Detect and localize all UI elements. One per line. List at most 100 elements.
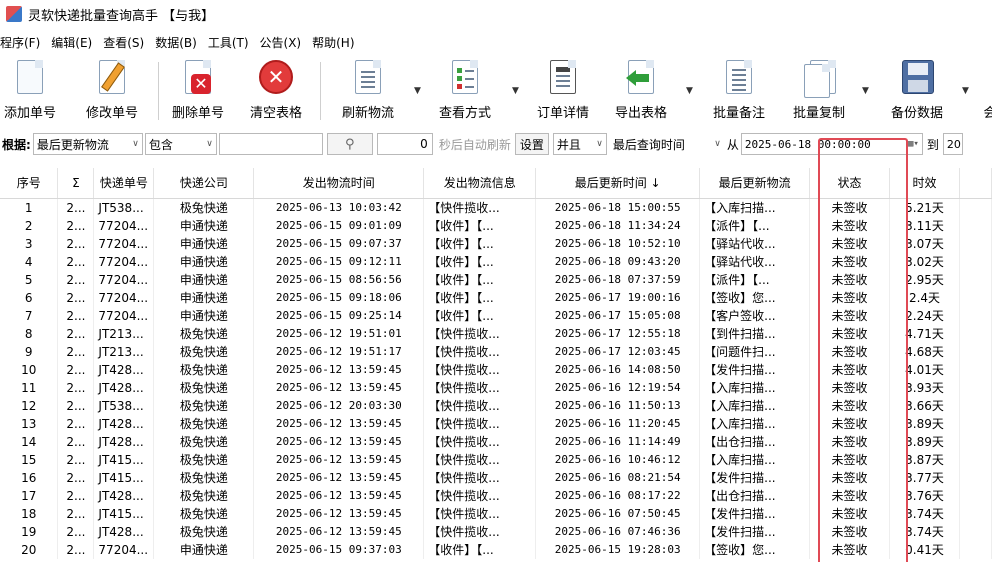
cell-ship-info: 【快件揽收... <box>423 198 537 217</box>
settings-button[interactable]: 设置 <box>514 133 549 155</box>
refresh-dropdown-icon[interactable]: ▼ <box>414 86 421 96</box>
batch-copy-button[interactable]: 批量复制 <box>786 56 852 126</box>
copy-dropdown-icon[interactable]: ▼ <box>862 86 869 96</box>
table-row[interactable]: 19 2... JT428... 极兔快递 2025-06-12 13:59:45 【快件… <box>0 522 992 541</box>
column-header-index[interactable]: 序号 <box>0 168 59 199</box>
delete-number-label: 删除单号 <box>171 106 224 121</box>
cell-filler <box>959 198 992 217</box>
menu-announcement[interactable]: 公告(X) <box>260 34 307 51</box>
clear-table-button[interactable]: ✕ 清空表格 <box>244 56 308 126</box>
cell-last-update-info: 【签收】您... <box>699 288 811 307</box>
edit-number-button[interactable]: 修改单号 <box>80 56 144 126</box>
order-detail-button[interactable]: 订单详情 <box>530 56 596 126</box>
view-mode-label: 查看方式 <box>438 106 491 121</box>
search-button[interactable]: ⚲ <box>326 133 373 155</box>
table-row[interactable]: 1 2... JT538... 极兔快递 2025-06-13 10:03:42 【快件揽… <box>0 198 992 217</box>
time-field-select[interactable]: 最后查询时间 ∨ <box>608 133 725 155</box>
cell-courier: 极兔快递 <box>153 432 255 451</box>
menu-view[interactable]: 查看(S) <box>103 34 149 51</box>
cell-ship-info: 【快件揽收... <box>423 522 537 541</box>
refresh-logistics-button[interactable]: 刷新物流 <box>336 56 400 126</box>
backup-data-button[interactable]: 备份数据 <box>884 56 950 126</box>
calendar-icon[interactable]: ▦▾ <box>905 139 919 149</box>
column-header-tracking-number[interactable]: 快递单号 <box>93 168 155 199</box>
table-row[interactable]: 16 2... JT415... 极兔快递 2025-06-12 13:59:45 【快件… <box>0 468 992 487</box>
cell-ship-time: 2025-06-12 13:59:45 <box>253 504 425 523</box>
cell-ship-info: 【快件揽收... <box>423 342 537 361</box>
cell-ship-time: 2025-06-12 13:59:45 <box>253 378 425 397</box>
table-row[interactable]: 4 2... 77204... 申通快递 2025-06-15 09:12:11 【收件】… <box>0 252 992 271</box>
column-header-ship-info[interactable]: 发出物流信息 <box>423 168 537 199</box>
table-row[interactable]: 15 2... JT415... 极兔快递 2025-06-12 13:59:45 【快件… <box>0 450 992 469</box>
column-header-status[interactable]: 状态 <box>809 168 891 199</box>
menu-program[interactable]: 程序(F) <box>0 34 45 51</box>
cell-sum: 2... <box>57 378 95 397</box>
cell-sum: 2... <box>57 234 95 253</box>
column-header-last-update-info[interactable]: 最后更新物流 <box>699 168 811 199</box>
table-row[interactable]: 6 2... 77204... 申通快递 2025-06-15 09:18:06 【收件】… <box>0 288 992 307</box>
cell-courier: 极兔快递 <box>153 378 255 397</box>
cell-ship-time: 2025-06-15 09:07:37 <box>253 234 425 253</box>
batch-copy-label: 批量复制 <box>792 106 845 121</box>
table-row[interactable]: 7 2... 77204... 申通快递 2025-06-15 09:25:14 【收件】… <box>0 306 992 325</box>
cell-ship-time: 2025-06-15 09:12:11 <box>253 252 425 271</box>
table-row[interactable]: 10 2... JT428... 极兔快递 2025-06-12 13:59:45 【快件… <box>0 360 992 379</box>
table-row[interactable]: 3 2... 77204... 申通快递 2025-06-15 09:07:37 【收件】… <box>0 234 992 253</box>
table-row[interactable]: 11 2... JT428... 极兔快递 2025-06-12 13:59:45 【快件… <box>0 378 992 397</box>
add-number-button[interactable]: 添加单号 <box>0 56 60 126</box>
menu-edit[interactable]: 编辑(E) <box>51 34 97 51</box>
filter-operator-select[interactable]: 包含 ∨ <box>144 133 217 155</box>
view-mode-dropdown-icon[interactable]: ▼ <box>512 86 519 96</box>
cell-filler <box>959 432 992 451</box>
export-dropdown-icon[interactable]: ▼ <box>686 86 693 96</box>
cell-last-update-time: 2025-06-16 10:46:12 <box>535 450 701 469</box>
table-row[interactable]: 5 2... 77204... 申通快递 2025-06-15 08:56:56 【收件】… <box>0 270 992 289</box>
table-row[interactable]: 18 2... JT415... 极兔快递 2025-06-12 13:59:45 【快件… <box>0 504 992 523</box>
table-row[interactable]: 9 2... JT213... 极兔快递 2025-06-12 19:51:17 【快件揽… <box>0 342 992 361</box>
cell-status: 未签收 <box>809 504 891 523</box>
cell-ship-info: 【快件揽收... <box>423 450 537 469</box>
table-row[interactable]: 2 2... 77204... 申通快递 2025-06-15 09:01:09 【收件】… <box>0 216 992 235</box>
filter-field-select[interactable]: 最后更新物流 ∨ <box>32 133 143 155</box>
refresh-seconds-input[interactable]: 0 <box>376 133 433 155</box>
filter-value-input[interactable] <box>218 133 323 155</box>
cell-ship-info: 【快件揽收... <box>423 360 537 379</box>
column-header-last-update-time[interactable]: 最后更新时间 ↓ <box>535 168 701 199</box>
cell-index: 7 <box>0 306 59 325</box>
table-row[interactable]: 13 2... JT428... 极兔快递 2025-06-12 13:59:45 【快件… <box>0 414 992 433</box>
column-header-courier[interactable]: 快递公司 <box>153 168 255 199</box>
export-table-button[interactable]: 导出表格 <box>608 56 674 126</box>
cell-index: 1 <box>0 198 59 217</box>
cell-duration: 3.66天 <box>889 396 960 415</box>
refresh-logistics-label: 刷新物流 <box>341 106 394 121</box>
table-row[interactable]: 8 2... JT213... 极兔快递 2025-06-12 19:51:01 【快件揽… <box>0 324 992 343</box>
cell-last-update-info: 【入库扫描... <box>699 198 811 217</box>
cell-index: 17 <box>0 486 59 505</box>
cell-tracking-number: JT415... <box>93 450 155 469</box>
table-row[interactable]: 17 2... JT428... 极兔快递 2025-06-12 13:59:45 【快件… <box>0 486 992 505</box>
cell-courier: 申通快递 <box>153 252 255 271</box>
cell-duration: 0.41天 <box>889 540 960 559</box>
from-datetime-picker[interactable]: 2025-06-18 00:00:00 ▦▾ <box>740 133 923 155</box>
logic-select[interactable]: 并且 ∨ <box>552 133 607 155</box>
cell-index: 14 <box>0 432 59 451</box>
cell-status: 未签收 <box>809 396 891 415</box>
cell-tracking-number: JT428... <box>93 522 155 541</box>
table-row[interactable]: 14 2... JT428... 极兔快递 2025-06-12 13:59:45 【快件… <box>0 432 992 451</box>
view-mode-button[interactable]: 查看方式 <box>432 56 498 126</box>
edit-number-label: 修改单号 <box>85 106 138 121</box>
column-header-ship-time[interactable]: 发出物流时间 <box>253 168 425 199</box>
menu-tools[interactable]: 工具(T) <box>208 34 254 51</box>
menu-data[interactable]: 数据(B) <box>155 34 202 51</box>
column-header-sum[interactable]: Σ <box>57 168 95 199</box>
to-datetime-picker[interactable]: 20 <box>942 133 963 155</box>
column-header-duration[interactable]: 时效 <box>889 168 960 199</box>
table-row[interactable]: 12 2... JT538... 极兔快递 2025-06-12 20:03:30 【快件… <box>0 396 992 415</box>
backup-dropdown-icon[interactable]: ▼ <box>962 86 969 96</box>
shipment-table[interactable]: 序号 Σ 快递单号 快递公司 发出物流时间 发出物流信息 最后更新时间 ↓ 最后… <box>0 168 992 562</box>
menu-help[interactable]: 帮助(H) <box>312 34 359 51</box>
more-button[interactable]: 会 <box>980 56 992 126</box>
table-row[interactable]: 20 2... 77204... 申通快递 2025-06-15 09:37:03 【收件… <box>0 540 992 559</box>
batch-note-button[interactable]: 批量备注 <box>706 56 772 126</box>
delete-number-button[interactable]: ✕ 删除单号 <box>166 56 230 126</box>
